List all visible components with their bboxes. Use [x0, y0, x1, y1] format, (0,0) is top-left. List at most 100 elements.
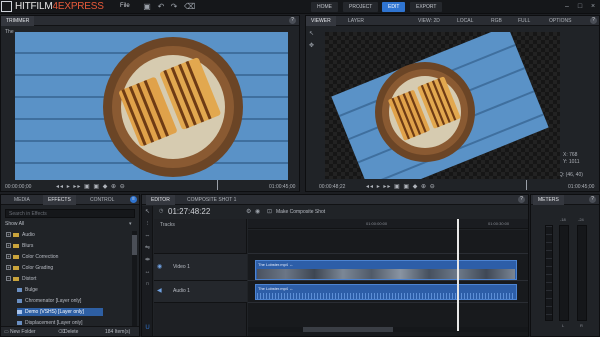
- record-icon[interactable]: ◉: [255, 208, 260, 215]
- trash-icon[interactable]: ⌫: [184, 3, 195, 11]
- scrollbar-thumb[interactable]: [132, 235, 137, 255]
- timeline-ruler[interactable]: 01:00:00:00 01:00:30:00: [248, 219, 528, 229]
- expand-icon[interactable]: +: [6, 243, 11, 249]
- tree-item-label: Chromenator [Layer only]: [25, 298, 82, 304]
- menu-file[interactable]: File: [120, 3, 130, 9]
- rotated-layer-image: [331, 32, 549, 179]
- tree-item-audio[interactable]: + Audio: [6, 231, 35, 239]
- folder-icon: [13, 254, 19, 259]
- timeline-playhead[interactable]: [456, 219, 459, 331]
- tree-item-color-correction[interactable]: + Color Correction: [6, 253, 58, 261]
- timeline-scrollbar[interactable]: [248, 327, 528, 332]
- tab-project[interactable]: PROJECT: [343, 2, 379, 12]
- tree-item-chromenator[interactable]: Chromenator [Layer only]: [17, 297, 81, 305]
- tab-home[interactable]: HOME: [311, 2, 338, 12]
- speaker-icon[interactable]: ◀: [157, 287, 162, 294]
- help-icon[interactable]: ?: [289, 17, 296, 24]
- tab-composite-shot[interactable]: COMPOSITE SHOT 1: [182, 195, 241, 205]
- tree-item-label: Color Grading: [22, 265, 54, 271]
- tab-controls[interactable]: CONTROL: [85, 195, 119, 205]
- tab-effects[interactable]: EFFECTS: [43, 195, 76, 205]
- tab-media[interactable]: MEDIA: [9, 195, 35, 205]
- pan-tool-icon[interactable]: ✥: [307, 42, 316, 51]
- meters-title: METERS: [533, 195, 564, 205]
- snap-tool-icon[interactable]: ∩: [143, 280, 152, 289]
- undo-icon[interactable]: ↶: [157, 3, 165, 11]
- space-dropdown[interactable]: LOCAL: [452, 16, 478, 26]
- minimize-icon[interactable]: –: [563, 2, 571, 11]
- viewer-transport-controls[interactable]: ◂◂ ▸ ▸▸ ▣ ▣ ◆ ⊕ ⊖: [366, 183, 436, 190]
- trimmer-transport-controls[interactable]: ◂◂ ▸ ▸▸ ▣ ▣ ◆ ⊕ ⊖: [56, 183, 126, 190]
- select-tool-icon[interactable]: ↖: [143, 208, 152, 217]
- roll-tool-icon[interactable]: ⇋: [143, 244, 152, 253]
- editor-panel: EDITOR COMPOSITE SHOT 1 ? ↖ ⫶ ⇔ ⇋ ⇹ ↔ ∩ …: [141, 194, 529, 337]
- audio-clip[interactable]: The Lobster.mp4 ↔: [255, 284, 517, 300]
- channel-dropdown[interactable]: RGB: [486, 16, 507, 26]
- audio-waveform: [257, 293, 515, 299]
- redo-icon[interactable]: ↷: [170, 3, 178, 11]
- options-dropdown[interactable]: OPTIONS: [544, 16, 577, 26]
- ripple-tool-icon[interactable]: ⇹: [143, 256, 152, 265]
- effects-scrollbar[interactable]: [132, 231, 137, 326]
- maximize-icon[interactable]: □: [576, 2, 584, 11]
- quality-dropdown[interactable]: FULL: [513, 16, 535, 26]
- tree-item-color-grading[interactable]: + Color Grading: [6, 264, 53, 272]
- meter-channel-right: R: [580, 323, 583, 328]
- viewer-canvas[interactable]: [325, 32, 560, 179]
- delete-button[interactable]: Delete: [64, 329, 78, 335]
- tab-trimmer[interactable]: TRIMMER: [1, 16, 35, 26]
- tab-edit[interactable]: EDIT: [382, 2, 406, 12]
- settings-icon[interactable]: ⚙: [246, 208, 251, 215]
- new-folder-button[interactable]: New Folder: [10, 329, 36, 335]
- video-clip[interactable]: The Lobster.mp4 ↔: [255, 260, 517, 280]
- tree-item-blurs[interactable]: + Blurs: [6, 242, 33, 250]
- view-mode-dropdown[interactable]: VIEW: 2D: [413, 16, 445, 26]
- help-icon[interactable]: ?: [589, 196, 596, 203]
- magnet-icon[interactable]: U: [143, 324, 152, 333]
- logo-icon: [1, 1, 12, 12]
- scrollbar-thumb[interactable]: [303, 327, 393, 332]
- new-folder-icon[interactable]: ▭: [4, 329, 9, 335]
- video-track-header[interactable]: ◉ Video 1: [154, 253, 247, 281]
- select-tool-icon[interactable]: ↖: [307, 30, 316, 39]
- tree-item-bulge[interactable]: Bulge: [17, 286, 38, 294]
- folder-icon: [13, 232, 19, 237]
- expand-icon[interactable]: +: [6, 254, 11, 260]
- slip-tool-icon[interactable]: ⇔: [143, 232, 152, 241]
- effects-footer: ▭ New Folder ⌫ Delete 184 Item(s): [1, 326, 139, 336]
- help-icon[interactable]: ?: [590, 17, 597, 24]
- effects-header: MEDIA EFFECTS CONTROL ≡: [1, 195, 139, 205]
- help-icon[interactable]: ?: [518, 196, 525, 203]
- tab-viewer[interactable]: VIEWER: [306, 16, 336, 26]
- timeline-tracks[interactable]: The Lobster.mp4 ↔ The Lobster.mp4 ↔: [248, 230, 528, 336]
- expand-icon[interactable]: +: [6, 265, 11, 271]
- collapse-icon[interactable]: −: [6, 276, 11, 282]
- tree-item-label: Demo (VSHS) [Layer only]: [25, 309, 84, 315]
- effects-search-field[interactable]: Search in Effects: [5, 209, 135, 218]
- make-composite-button[interactable]: Make Composite Shot: [276, 209, 325, 215]
- video-track-label: Video 1: [173, 264, 190, 270]
- save-icon[interactable]: ▣: [143, 3, 151, 11]
- tab-editor[interactable]: EDITOR: [146, 195, 175, 205]
- tree-item-demo-vshs[interactable]: Demo (VSHS) [Layer only]: [17, 308, 103, 316]
- meter-scale-label: -24: [578, 217, 584, 222]
- close-icon[interactable]: ×: [589, 2, 597, 11]
- editor-timecode[interactable]: 01:27:48:22: [168, 207, 210, 216]
- composite-icon[interactable]: ⊡: [267, 208, 272, 215]
- tab-layer[interactable]: LAYER: [343, 16, 369, 26]
- panel-menu-icon[interactable]: ≡: [130, 196, 137, 203]
- trimmer-playhead[interactable]: [217, 180, 218, 190]
- audio-track-header[interactable]: ◀ Audio 1: [154, 281, 247, 303]
- viewer-zoom[interactable]: Q: (46, 40): [559, 172, 583, 178]
- editor-header: EDITOR COMPOSITE SHOT 1 ?: [142, 195, 528, 205]
- expand-icon[interactable]: +: [6, 232, 11, 238]
- rate-stretch-tool-icon[interactable]: ↔: [143, 268, 152, 277]
- eye-icon[interactable]: ◉: [157, 263, 162, 270]
- show-all-dropdown[interactable]: Show All: [5, 221, 24, 227]
- tab-export[interactable]: EXPORT: [410, 2, 443, 12]
- chevron-down-icon[interactable]: ▾: [129, 221, 132, 227]
- tree-item-distort[interactable]: − Distort: [6, 275, 36, 283]
- slice-tool-icon[interactable]: ⫶: [143, 220, 152, 229]
- viewer-playhead[interactable]: [526, 180, 527, 190]
- clock-icon: ◷: [159, 208, 164, 214]
